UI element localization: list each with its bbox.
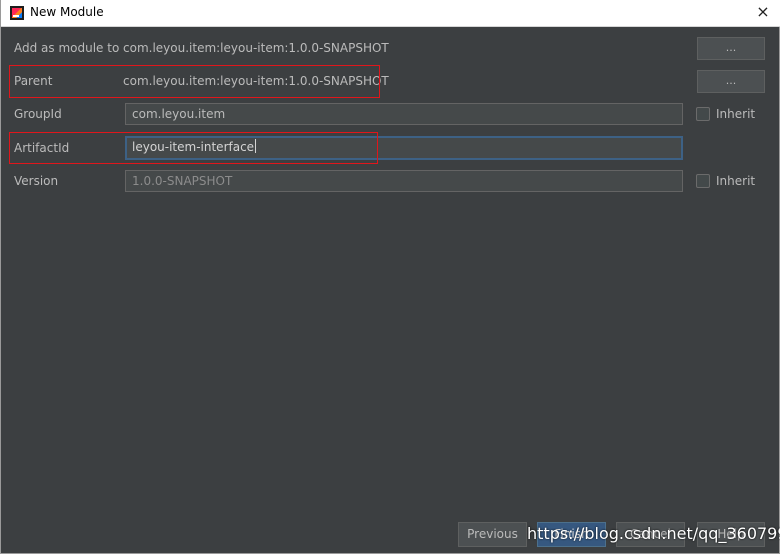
artifactid-input[interactable]: leyou-item-interface <box>125 136 683 160</box>
add-as-module-value: com.leyou.item:leyou-item:1.0.0-SNAPSHOT <box>123 41 389 55</box>
groupid-inherit-label: Inherit <box>716 107 756 121</box>
finish-button[interactable]: Finish <box>537 522 606 547</box>
artifactid-label: ArtifactId <box>14 141 70 155</box>
checkbox-box[interactable] <box>696 174 710 188</box>
checkbox-box[interactable] <box>696 107 710 121</box>
close-icon: × <box>756 2 770 21</box>
title-bar: New Module × <box>1 0 780 27</box>
parent-value: com.leyou.item:leyou-item:1.0.0-SNAPSHOT <box>123 74 389 88</box>
cancel-button[interactable]: Cancel <box>616 522 685 547</box>
version-input[interactable] <box>125 170 683 192</box>
version-label: Version <box>14 174 59 188</box>
artifactid-value: leyou-item-interface <box>132 140 255 154</box>
help-button[interactable]: Help <box>697 522 765 547</box>
dialog-title: New Module <box>30 5 104 19</box>
version-inherit-label: Inherit <box>716 174 756 188</box>
groupid-label: GroupId <box>14 107 62 121</box>
add-as-module-browse-button[interactable]: ... <box>697 37 765 60</box>
add-as-module-label: Add as module to <box>14 41 120 55</box>
new-module-dialog: New Module × Add as module to com.leyou.… <box>0 0 780 554</box>
intellij-idea-icon <box>10 6 24 20</box>
parent-label: Parent <box>14 74 53 88</box>
groupid-input[interactable] <box>125 103 683 125</box>
text-caret <box>255 139 257 153</box>
close-button[interactable]: × <box>754 3 772 21</box>
previous-button[interactable]: Previous <box>458 522 527 547</box>
parent-browse-button[interactable]: ... <box>697 70 765 93</box>
